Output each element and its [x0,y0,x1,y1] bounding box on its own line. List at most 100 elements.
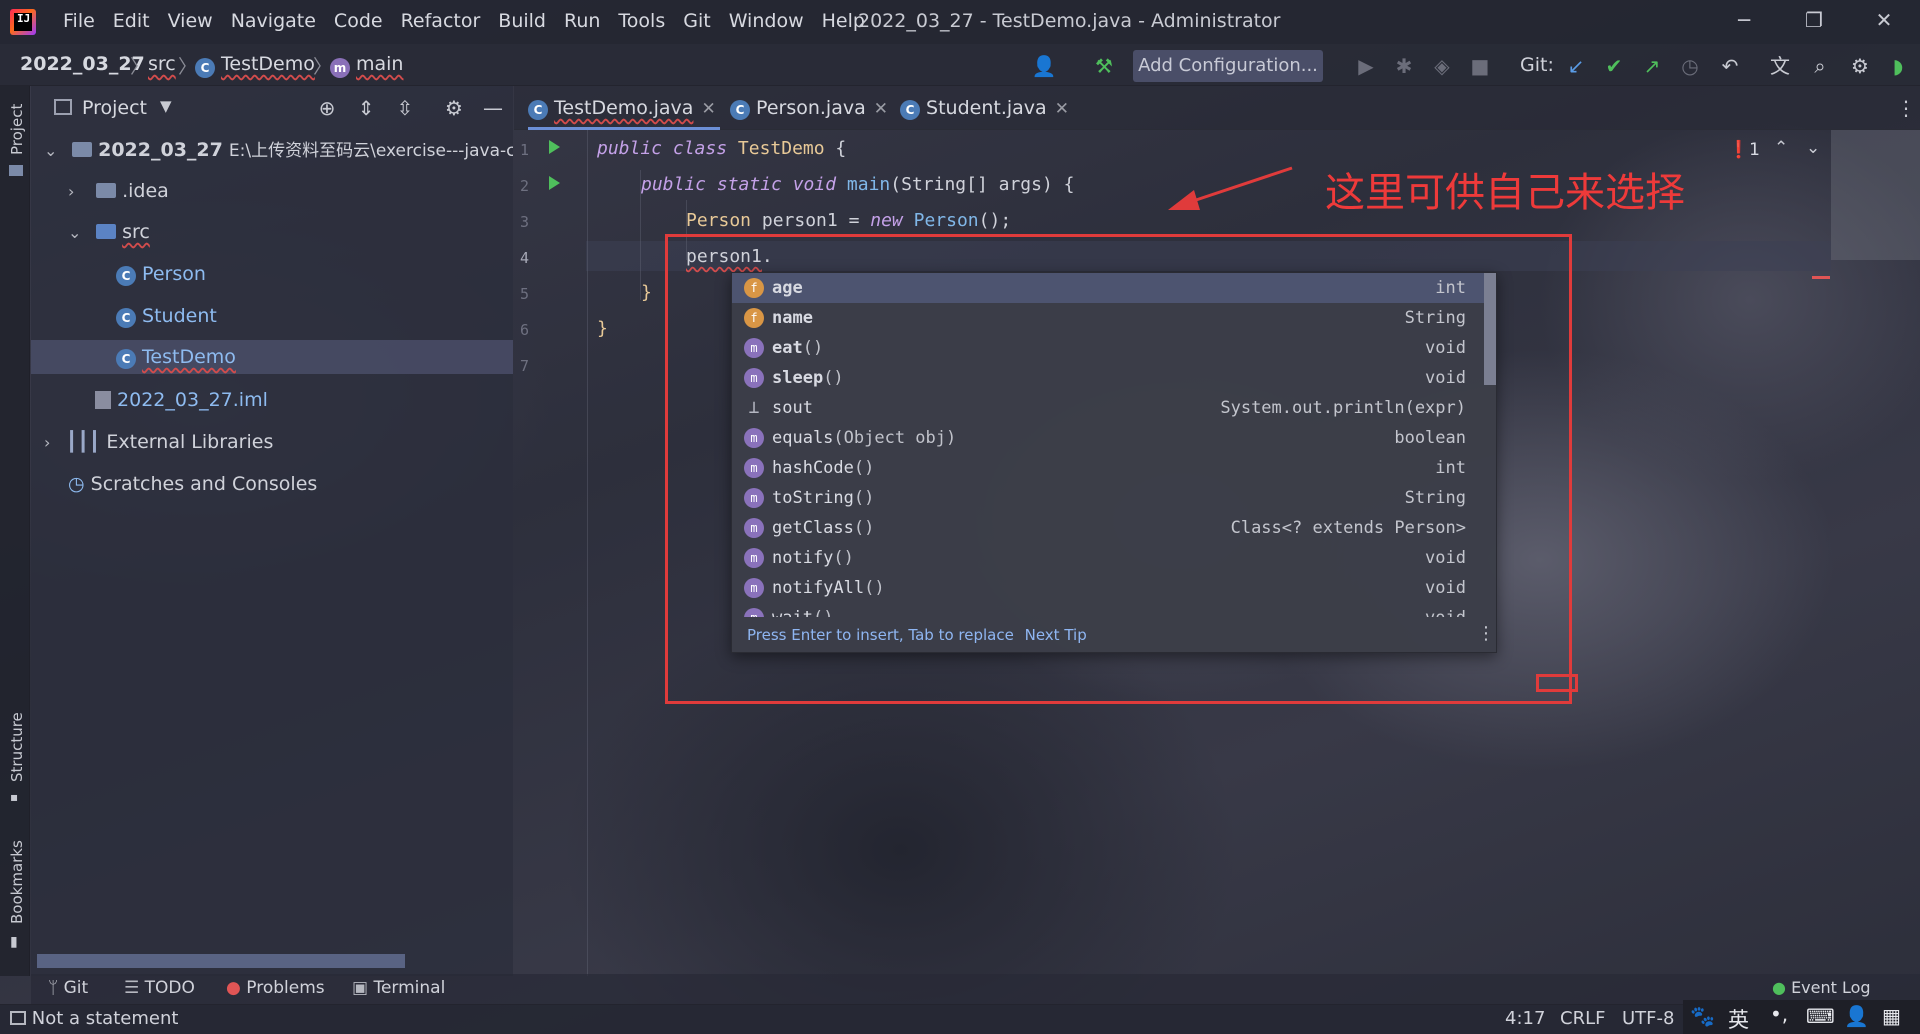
debug-icon[interactable]: ✱ [1390,52,1418,80]
ime-language[interactable]: 英 [1728,1004,1749,1034]
tree-root[interactable]: ⌄ 2022_03_27 E:\上传资料至码云\exercise---java-… [44,133,513,167]
restore-button[interactable]: ❐ [1794,8,1834,36]
code-line-6[interactable]: } [597,318,608,339]
git-commit-icon[interactable]: ✔ [1600,52,1628,80]
completion-item[interactable]: m getClass() Class<? extends Person> [732,513,1484,543]
completion-item[interactable]: m equals(Object obj) boolean [732,423,1484,453]
tab-testdemo[interactable]: C TestDemo.java ✕ [528,86,720,130]
menu-build[interactable]: Build [489,10,555,32]
completion-item[interactable]: m eat() void [732,333,1484,363]
caret-position[interactable]: 4:17 [1505,1008,1545,1029]
run-class-gutter-icon[interactable] [549,140,560,154]
breadcrumb-method[interactable]: main [356,53,403,75]
breadcrumb-file[interactable]: TestDemo [221,53,315,75]
tab-person[interactable]: C Person.java ✕ [730,86,888,130]
expand-all-icon[interactable]: ⇕ [352,94,380,122]
tree-item-iml[interactable]: 2022_03_27.iml [95,383,268,417]
error-stripe-mark[interactable] [1812,276,1830,279]
completion-item[interactable]: ⊥ sout System.out.println(expr) [732,393,1484,423]
tree-item-scratches[interactable]: ◷ Scratches and Consoles [68,467,317,501]
translate-icon[interactable]: 文 [1766,52,1794,80]
search-icon[interactable]: ⌕ [1806,52,1834,80]
completion-item[interactable]: m notifyAll() void [732,573,1484,603]
previous-highlight-icon[interactable]: ⌃ [1774,138,1788,158]
next-tip-link[interactable]: Next Tip [1025,626,1087,644]
git-update-icon[interactable]: ↙ [1562,52,1590,80]
completion-item[interactable]: m toString() String [732,483,1484,513]
add-configuration-button[interactable]: Add Configuration... [1133,50,1323,82]
run-icon[interactable]: ▶ [1352,52,1380,80]
git-push-icon[interactable]: ↗ [1638,52,1666,80]
tab-student[interactable]: C Student.java ✕ [900,86,1069,130]
completion-item[interactable]: m sleep() void [732,363,1484,393]
account-icon[interactable]: 👤 [1030,52,1058,80]
menu-edit[interactable]: Edit [104,10,159,32]
project-tool-button[interactable]: Project [8,104,26,155]
problems-tool-button[interactable]: ● Problems [226,978,325,998]
code-minimap[interactable] [1831,130,1920,260]
keyboard-icon[interactable]: ⌨ [1806,1004,1835,1028]
minimize-button[interactable]: ─ [1724,8,1764,36]
code-line-3[interactable]: Person person1 = new Person(); [686,210,1011,231]
menu-navigate[interactable]: Navigate [222,10,325,32]
todo-tool-button[interactable]: ☰ TODO [124,978,195,998]
tree-item-testdemo[interactable]: C TestDemo [31,340,513,374]
paw-icon[interactable]: 🐾 [1690,1004,1715,1028]
history-icon[interactable]: ◷ [1676,52,1704,80]
breadcrumb-src[interactable]: src [148,53,176,75]
more-tabs-icon[interactable]: ⋮ [1896,96,1916,120]
completion-item[interactable]: f age int [732,273,1484,303]
close-window-button[interactable]: ✕ [1864,8,1904,36]
plugin-icon[interactable]: ◗ [1884,52,1912,80]
rollback-icon[interactable]: ↶ [1716,52,1744,80]
status-panel-icon[interactable] [10,1011,26,1025]
hide-panel-icon[interactable]: — [479,94,507,122]
close-tab-icon[interactable]: ✕ [1055,99,1069,119]
error-indicator[interactable]: ❗1 [1728,140,1760,160]
menu-file[interactable]: File [54,10,104,32]
completion-item[interactable]: m wait() void [732,603,1484,617]
coverage-icon[interactable]: ◈ [1428,52,1456,80]
collapse-all-icon[interactable]: ⇳ [391,94,419,122]
code-line-1[interactable]: public class TestDemo { [597,138,846,159]
completion-item[interactable]: m notify() void [732,543,1484,573]
tree-item-idea[interactable]: › .idea [68,174,169,208]
close-tab-icon[interactable]: ✕ [874,99,888,119]
settings-gear-icon[interactable]: ⚙ [1846,52,1874,80]
tree-item-person[interactable]: C Person [116,257,206,291]
project-panel-title[interactable]: Project [82,97,147,119]
completion-item[interactable]: f name String [732,303,1484,333]
event-log-button[interactable]: ● Event Log [1772,978,1871,997]
line-separator[interactable]: CRLF [1560,1008,1605,1029]
file-encoding[interactable]: UTF-8 [1622,1008,1674,1029]
close-tab-icon[interactable]: ✕ [701,99,715,119]
project-horizontal-scrollbar[interactable] [37,954,405,968]
punctuation-icon[interactable]: •, [1770,1002,1788,1026]
tree-item-student[interactable]: C Student [116,299,217,333]
menu-view[interactable]: View [159,10,222,32]
completion-item[interactable]: m hashCode() int [732,453,1484,483]
build-hammer-icon[interactable]: ⚒ [1090,52,1118,80]
git-tool-button[interactable]: ᛘ Git [48,978,88,998]
menu-run[interactable]: Run [555,10,609,32]
user-icon[interactable]: 👤 [1844,1004,1869,1028]
code-line-2[interactable]: public static void main(String[] args) { [641,174,1075,195]
locate-file-icon[interactable]: ⊕ [313,94,341,122]
menu-tools[interactable]: Tools [609,10,674,32]
menu-code[interactable]: Code [325,10,392,32]
structure-tool-button[interactable]: Structure [8,712,26,782]
bookmarks-tool-button[interactable]: Bookmarks [8,840,26,924]
terminal-tool-button[interactable]: ▣ Terminal [352,978,445,998]
breadcrumb-project[interactable]: 2022_03_27 [20,53,145,75]
grid-icon[interactable]: ▦ [1882,1004,1901,1028]
menu-refactor[interactable]: Refactor [392,10,490,32]
run-main-gutter-icon[interactable] [549,176,560,190]
menu-window[interactable]: Window [720,10,813,32]
project-view-dropdown-icon[interactable]: ▼ [160,97,172,115]
popup-scrollbar[interactable] [1484,273,1496,385]
code-line-5[interactable]: } [641,282,652,303]
next-highlight-icon[interactable]: ⌄ [1806,138,1820,158]
popup-more-icon[interactable]: ⋮ [1477,623,1495,644]
panel-settings-icon[interactable]: ⚙ [440,94,468,122]
stop-icon[interactable]: ■ [1466,52,1494,80]
